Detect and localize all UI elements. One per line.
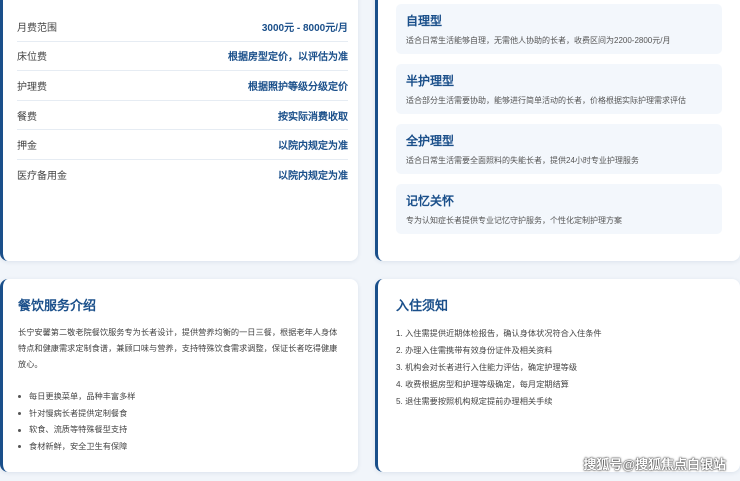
list-item: 食材新鲜，安全卫生有保障 bbox=[18, 439, 135, 456]
list-item: 针对慢病长者提供定制餐食 bbox=[18, 406, 135, 423]
fee-card: 月费范围 3000元 - 8000元/月 床位费 根据房型定价，以评估为准 护理… bbox=[0, 0, 358, 261]
fee-value: 以院内规定为准 bbox=[278, 141, 348, 153]
bullet-icon bbox=[18, 445, 21, 449]
list-item-text: 食材新鲜，安全卫生有保障 bbox=[29, 442, 128, 452]
care-type-desc: 适合日常生活能够自理，无需他人协助的长者，收费区间为2200-2800元/月 bbox=[406, 36, 671, 45]
fee-value: 根据照护等级分级定价 bbox=[248, 81, 348, 93]
fee-row: 餐费 按实际消费收取 bbox=[17, 101, 348, 131]
list-item-text: 针对慢病长者提供定制餐食 bbox=[29, 408, 128, 418]
fee-table: 月费范围 3000元 - 8000元/月 床位费 根据房型定价，以评估为准 护理… bbox=[17, 0, 348, 190]
care-type-title: 全护理型 bbox=[406, 134, 455, 148]
bullet-icon bbox=[18, 395, 21, 399]
food-service-list: 每日更换菜单，品种丰富多样 针对慢病长者提供定制餐食 软食、流质等特殊餐型支持 … bbox=[18, 389, 135, 456]
fee-value: 根据房型定价，以评估为准 bbox=[228, 52, 348, 64]
food-service-title: 餐饮服务介绍 bbox=[18, 298, 97, 313]
fee-label: 床位费 bbox=[17, 52, 47, 64]
fee-label: 月费范围 bbox=[17, 22, 57, 34]
admission-card: 入住须知 1. 入住需提供近期体检报告，确认身体状况符合入住条件 2. 办理入住… bbox=[375, 279, 740, 472]
list-item: 1. 入住需提供近期体检报告，确认身体状况符合入住条件 bbox=[396, 329, 602, 338]
watermark: 搜狐号@搜狐焦点白银站 bbox=[583, 457, 726, 472]
list-item: 每日更换菜单，品种丰富多样 bbox=[18, 389, 135, 406]
care-type-item: 自理型 适合日常生活能够自理，无需他人协助的长者，收费区间为2200-2800元… bbox=[396, 4, 722, 54]
food-service-card: 餐饮服务介绍 长宁安馨第二敬老院餐饮服务专为长者设计，提供营养均衡的一日三餐，根… bbox=[0, 279, 358, 472]
list-item: 2. 办理入住需携带有效身份证件及相关资料 bbox=[396, 346, 553, 355]
fee-label: 押金 bbox=[17, 141, 37, 153]
care-type-title: 半护理型 bbox=[406, 74, 455, 88]
fee-label: 餐费 bbox=[17, 111, 37, 123]
list-item-text: 软食、流质等特殊餐型支持 bbox=[29, 425, 128, 435]
fee-row: 月费范围 3000元 - 8000元/月 bbox=[17, 12, 348, 42]
care-type-list: 自理型 适合日常生活能够自理，无需他人协助的长者，收费区间为2200-2800元… bbox=[396, 4, 722, 244]
list-item-text: 每日更换菜单，品种丰富多样 bbox=[29, 392, 136, 401]
list-item: 5. 退住需要按照机构规定提前办理相关手续 bbox=[396, 397, 553, 406]
fee-row: 医疗备用金 以院内规定为准 bbox=[17, 160, 348, 190]
fee-label: 护理费 bbox=[17, 81, 47, 93]
fee-row: 床位费 根据房型定价，以评估为准 bbox=[17, 42, 348, 72]
care-type-item: 半护理型 适合部分生活需要协助，能够进行简单活动的长者，价格根据实际护理需求评估 bbox=[396, 64, 722, 114]
care-type-item: 记忆关怀 专为认知症长者提供专业记忆守护服务，个性化定制护理方案 bbox=[396, 184, 722, 234]
fee-value: 以院内规定为准 bbox=[278, 171, 348, 183]
care-type-item: 全护理型 适合日常生活需要全面照料的失能长者，提供24小时专业护理服务 bbox=[396, 124, 722, 174]
fee-row: 押金 以院内规定为准 bbox=[17, 130, 348, 160]
list-item: 3. 机构会对长者进行入住能力评估，确定护理等级 bbox=[396, 363, 578, 372]
fee-value: 3000元 - 8000元/月 bbox=[261, 22, 348, 34]
care-type-title: 自理型 bbox=[406, 14, 443, 28]
admission-title: 入住须知 bbox=[396, 298, 449, 313]
bullet-icon bbox=[18, 412, 21, 416]
list-item: 软食、流质等特殊餐型支持 bbox=[18, 422, 135, 439]
fee-row: 护理费 根据照护等级分级定价 bbox=[17, 71, 348, 101]
care-type-desc: 专为认知症长者提供专业记忆守护服务，个性化定制护理方案 bbox=[406, 216, 622, 225]
fee-label: 医疗备用金 bbox=[17, 171, 67, 183]
list-item: 4. 收费根据房型和护理等级确定，每月定期结算 bbox=[396, 380, 569, 389]
care-type-desc: 适合部分生活需要协助，能够进行简单活动的长者，价格根据实际护理需求评估 bbox=[406, 96, 686, 105]
admission-list: 1. 入住需提供近期体检报告，确认身体状况符合入住条件 2. 办理入住需携带有效… bbox=[396, 325, 602, 410]
fee-value: 按实际消费收取 bbox=[278, 111, 348, 123]
bullet-icon bbox=[18, 428, 21, 432]
care-type-card: 自理型 适合日常生活能够自理，无需他人协助的长者，收费区间为2200-2800元… bbox=[375, 0, 740, 261]
food-service-intro: 长宁安馨第二敬老院餐饮服务专为长者设计，提供营养均衡的一日三餐，根据老年人身体特… bbox=[18, 328, 338, 369]
care-type-desc: 适合日常生活需要全面照料的失能长者，提供24小时专业护理服务 bbox=[406, 156, 639, 165]
care-type-title: 记忆关怀 bbox=[406, 194, 455, 208]
